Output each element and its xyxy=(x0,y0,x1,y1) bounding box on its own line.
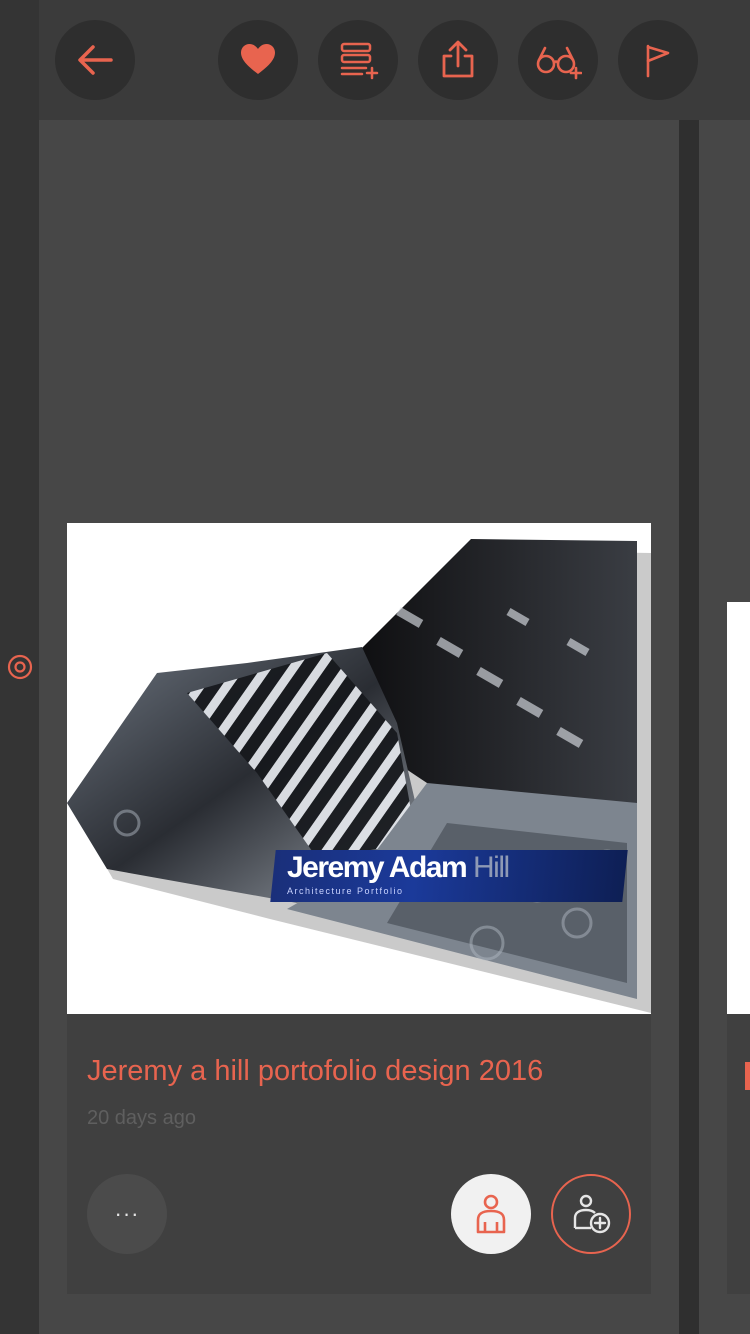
heart-icon xyxy=(241,44,275,74)
back-button[interactable] xyxy=(55,20,135,100)
share-button[interactable] xyxy=(418,20,498,100)
person-icon xyxy=(476,1194,506,1234)
cover-title: Jeremy Adam Hill xyxy=(287,851,510,884)
flag-icon xyxy=(646,44,670,78)
add-to-collection-button[interactable] xyxy=(318,20,398,100)
arrow-left-icon xyxy=(78,45,113,75)
person-add-icon xyxy=(573,1194,611,1234)
like-button[interactable] xyxy=(218,20,298,100)
target-icon[interactable] xyxy=(7,654,33,680)
more-options-button[interactable]: ··· xyxy=(87,1174,167,1254)
project-timestamp: 20 days ago xyxy=(87,1107,196,1129)
project-cover-image[interactable]: Jeremy Adam Hill Architecture Portfolio xyxy=(67,523,651,1014)
next-project-title xyxy=(745,1062,750,1090)
side-rail xyxy=(0,0,39,1334)
project-card: Jeremy Adam Hill Architecture Portfolio … xyxy=(67,523,651,1294)
cover-subtitle: Architecture Portfolio xyxy=(287,886,404,896)
share-icon xyxy=(442,40,474,78)
more-label: ··· xyxy=(114,1201,140,1226)
glasses-plus-icon xyxy=(536,46,582,80)
report-button[interactable] xyxy=(618,20,698,100)
project-title[interactable]: Jeremy a hill portofolio design 2016 xyxy=(87,1055,543,1088)
next-project-cover[interactable] xyxy=(727,602,750,1014)
watch-button[interactable] xyxy=(518,20,598,100)
follow-author-button[interactable] xyxy=(551,1174,631,1254)
top-toolbar xyxy=(39,0,750,120)
add-to-list-icon xyxy=(340,42,379,80)
author-profile-button[interactable] xyxy=(451,1174,531,1254)
stage-divider xyxy=(679,120,699,1334)
